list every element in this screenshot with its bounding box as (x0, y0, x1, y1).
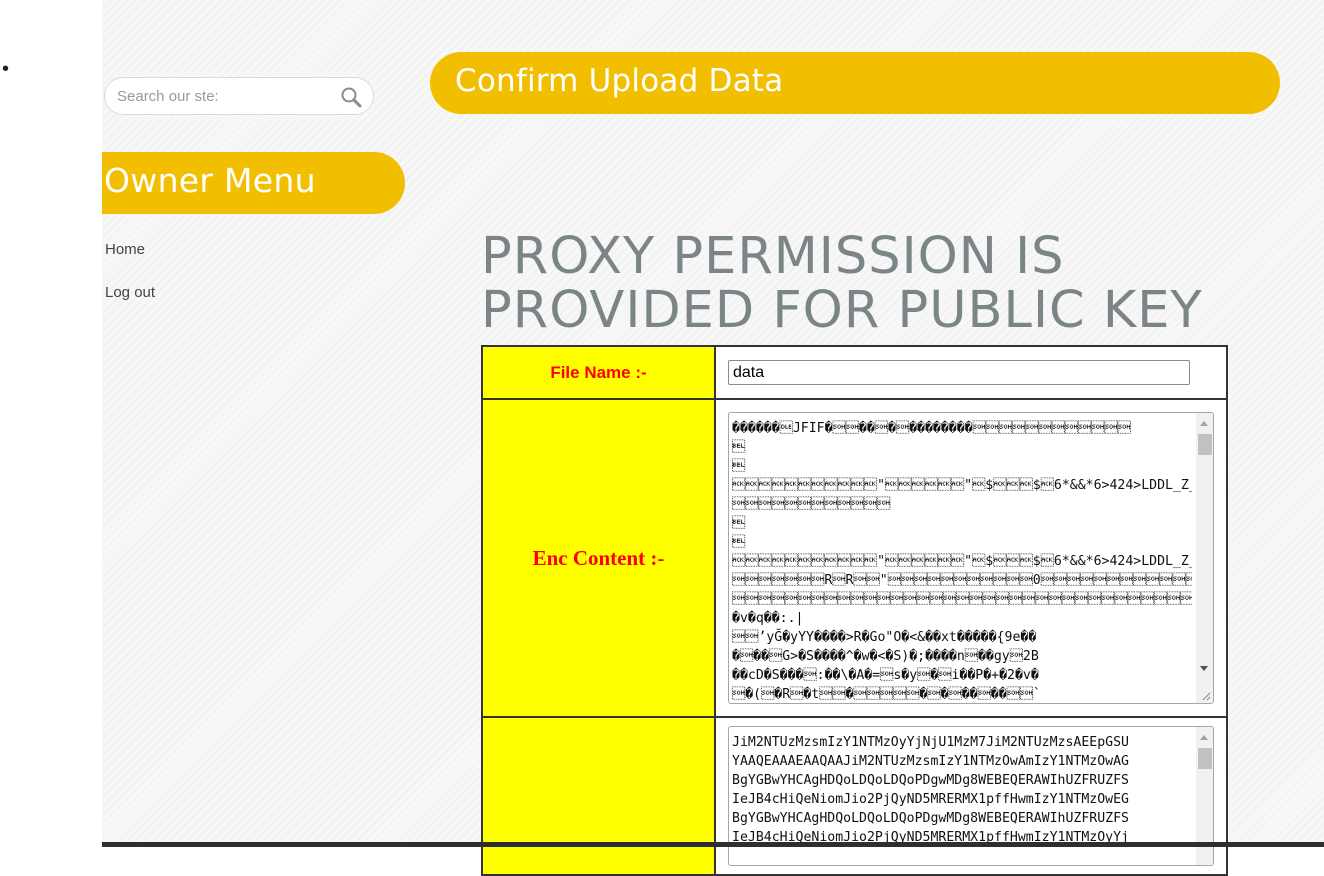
file-name-label: File Name :- (550, 362, 647, 382)
enc-content-text: ������JFIF������������ … (732, 419, 1192, 703)
sidebar-title-banner: Owner Menu (102, 152, 405, 214)
label-cell: File Name :- (481, 345, 716, 400)
text-line:  (732, 535, 746, 550)
scroll-thumb[interactable] (1198, 434, 1212, 455)
text-line: JiM2NTUzMzsmIzY1NTMzOyYjNjU1MzM7JiM2NTUz… (732, 735, 1129, 750)
page-title: Confirm Upload Data (455, 63, 784, 99)
text-line: YAAQEAAAEAAQAAJiM2NTUzMzsmIzY1NTMzOwAmIz… (732, 754, 1129, 769)
text-line:  (732, 459, 746, 474)
value-cell: ������JFIF������������ … (714, 398, 1228, 718)
text-line: ������JFIF������������ (732, 421, 1131, 436)
text-line: ��cD�S���:��\�A�=s�y�i��P�+�2�v� (732, 668, 1039, 683)
bullet-dot: • (2, 58, 10, 80)
scroll-down-arrow-icon[interactable] (1200, 666, 1208, 671)
left-margin: • (0, 0, 102, 847)
text-line: �v�q��:.| (732, 611, 804, 626)
text-line: IeJB4cHiQeNiomJio2PjQyND5MRERMX1pffHwmIz… (732, 792, 1129, 807)
text-line: BgYGBwYHCAgHDQoLDQoLDQoPDgwMDg8WEBEQERAW… (732, 773, 1129, 788)
table-row: File Name :- (481, 345, 1228, 400)
text-line: ���G>�S����^�w�<�S)�;����n��gy2B (732, 649, 1039, 664)
value-cell: JiM2NTUzMzsmIzY1NTMzOyYjNjU1MzM7JiM2NTUz… (714, 716, 1228, 876)
text-line: ""$$6*&&*6>424>LDD… (732, 554, 1192, 569)
search-box[interactable] (104, 77, 374, 115)
label-cell: Enc Content :- (481, 398, 716, 718)
text-line:  (732, 440, 746, 455)
search-icon[interactable] (340, 86, 362, 108)
enc-content-label: Enc Content :- (532, 545, 665, 570)
search-input[interactable] (117, 86, 327, 106)
proxy-heading: PROXY PERMISSION IS PROVIDED FOR PUBLIC … (481, 230, 1241, 338)
proxy-heading-line-1: PROXY PERMISSION IS (481, 227, 1065, 286)
textarea-scrollbar[interactable] (1196, 413, 1213, 703)
scroll-up-arrow-icon[interactable] (1200, 735, 1208, 740)
text-line: ""$$6*&&*6>424>LDD… (732, 478, 1192, 493)
file-name-field[interactable] (728, 360, 1190, 385)
value-cell (714, 345, 1228, 400)
sidebar-item-home[interactable]: Home (105, 241, 145, 258)
sidebar-title: Owner Menu (104, 161, 316, 200)
proxy-heading-line-2: PROVIDED FOR PUBLIC KEY (481, 281, 1203, 340)
upload-form-table: File Name :- Enc Content :- ������JFIF�… (481, 345, 1228, 876)
resize-grip-icon[interactable] (1201, 691, 1211, 701)
scroll-up-arrow-icon[interactable] (1200, 421, 1208, 426)
text-line:  (732, 497, 891, 512)
base64-content-text: JiM2NTUzMzsmIzY1NTMzOyYjNjU1MzM7JiM2NTUz… (732, 733, 1192, 847)
sidebar-item-logout[interactable]: Log out (105, 284, 155, 301)
table-row: JiM2NTUzMzsmIzY1NTMzOyYjNjU1MzM7JiM2NTUz… (481, 716, 1228, 876)
bottom-bar (102, 842, 1324, 847)
text-line: ʼyĞ�yYY����>R�Go"O�<&��xt�����{9e�� (732, 630, 1037, 645)
enc-content-textarea[interactable]: ������JFIF������������ … (728, 412, 1214, 704)
page-title-banner: Confirm Upload Data (430, 52, 1280, 114)
scroll-thumb[interactable] (1198, 748, 1212, 769)
text-line: RR"0… (732, 573, 1192, 588)
table-row: Enc Content :- ������JFIF����������… (481, 398, 1228, 718)
text-line: … (732, 592, 1192, 607)
text-line:  (732, 516, 746, 531)
label-cell (481, 716, 716, 876)
text-line: �(�R�t�������` (732, 687, 1041, 702)
text-line: BgYGBwYHCAgHDQoLDQoLDQoPDgwMDg8WEBEQERAW… (732, 811, 1129, 826)
